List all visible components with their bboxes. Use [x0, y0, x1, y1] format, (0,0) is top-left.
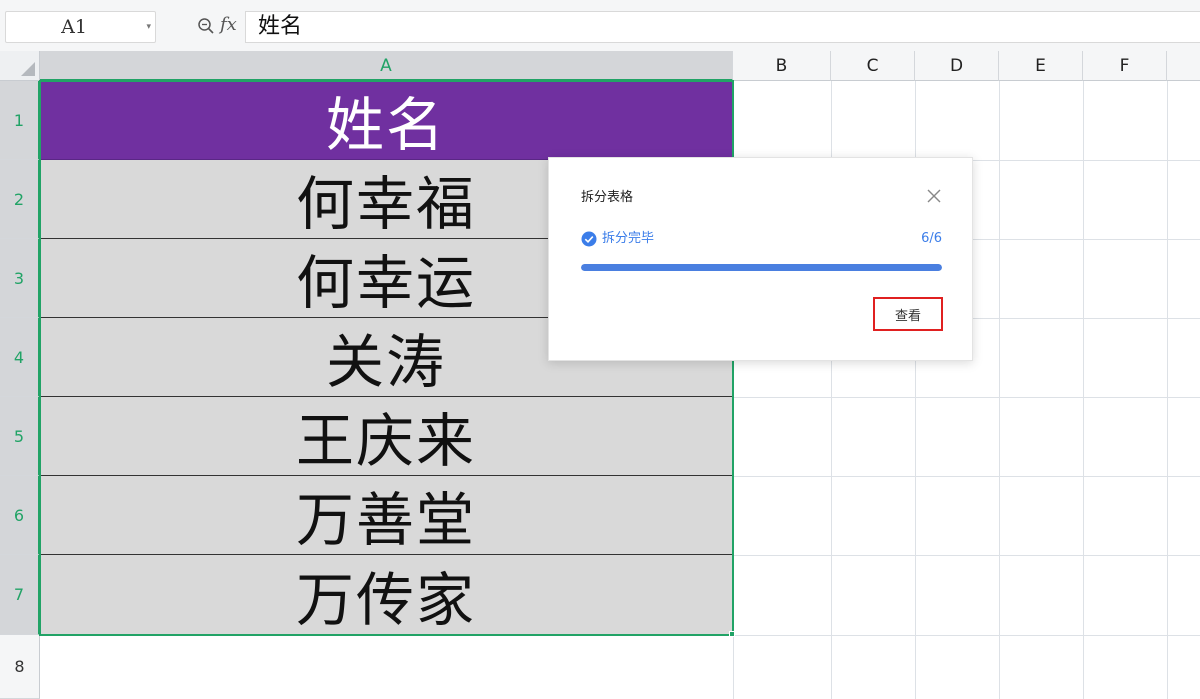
progress-bar [581, 264, 942, 271]
cell-a7[interactable]: 万传家 [40, 555, 732, 635]
select-all-triangle-icon [21, 62, 35, 76]
status-text: 拆分完毕 [602, 231, 655, 246]
cell-a6[interactable]: 万善堂 [40, 476, 732, 555]
progress-bar-fill [581, 264, 942, 271]
column-header-c[interactable]: C [831, 51, 915, 81]
column-header-d[interactable]: D [915, 51, 999, 81]
formula-input[interactable]: 姓名 [245, 11, 1200, 43]
row-header-3[interactable]: 3 [0, 239, 40, 318]
fx-icon[interactable]: fx [220, 13, 237, 37]
row-header-1[interactable]: 1 [0, 81, 40, 160]
zoom-icon[interactable] [197, 17, 215, 35]
column-header-g[interactable] [1167, 51, 1200, 81]
view-button[interactable]: 查看 [873, 297, 943, 331]
cell-reference: A1 [61, 16, 87, 38]
dialog-title: 拆分表格 [581, 190, 634, 205]
row-header-5[interactable]: 5 [0, 397, 40, 476]
row-header-6[interactable]: 6 [0, 476, 40, 555]
split-table-dialog: 拆分表格 拆分完毕 6/6 查看 [548, 157, 973, 361]
chevron-down-icon[interactable]: ▾ [146, 12, 151, 42]
select-all-corner[interactable] [0, 51, 40, 81]
row-header-4[interactable]: 4 [0, 318, 40, 397]
column-header-a[interactable]: A [40, 51, 733, 81]
fill-handle[interactable] [729, 631, 735, 637]
cell-a1[interactable]: 姓名 [40, 81, 732, 160]
column-header-e[interactable]: E [999, 51, 1083, 81]
cell-a5[interactable]: 王庆来 [40, 397, 732, 476]
status-row: 拆分完毕 6/6 [581, 230, 942, 248]
close-icon[interactable] [923, 185, 945, 207]
name-box[interactable]: A1 ▾ [5, 11, 156, 43]
column-header-b[interactable]: B [733, 51, 831, 81]
formula-bar: A1 ▾ fx 姓名 [0, 0, 1200, 51]
row-header-2[interactable]: 2 [0, 160, 40, 239]
check-circle-icon [581, 231, 597, 247]
column-header-f[interactable]: F [1083, 51, 1167, 81]
progress-count: 6/6 [921, 231, 942, 246]
row-header-7[interactable]: 7 [0, 555, 40, 635]
row-header-8[interactable]: 8 [0, 635, 40, 699]
